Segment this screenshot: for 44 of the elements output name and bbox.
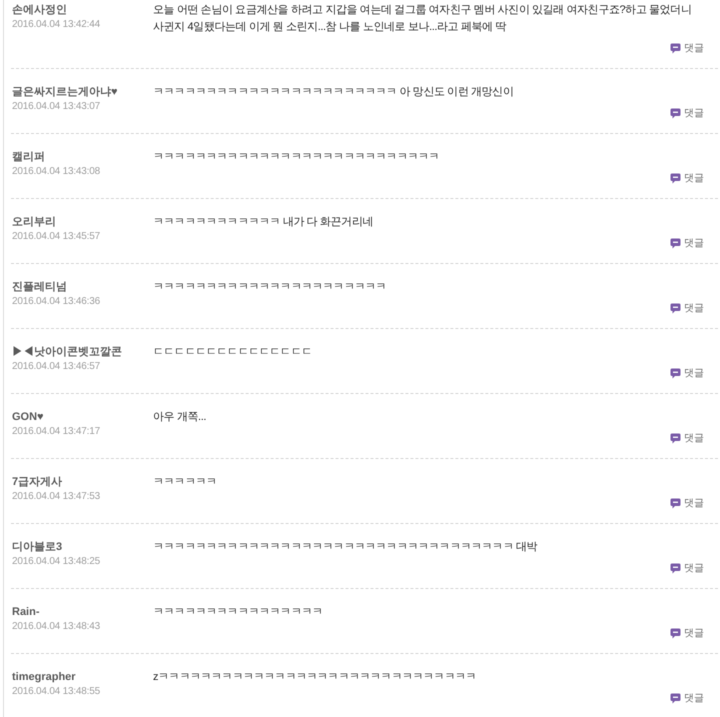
comment-text: zㅋㅋㅋㅋㅋㅋㅋㅋㅋㅋㅋㅋㅋㅋㅋㅋㅋㅋㅋㅋㅋㅋㅋㅋㅋㅋㅋㅋㅋㅋ — [153, 670, 478, 685]
speech-bubble-icon — [670, 628, 681, 638]
comment-timestamp: 2016.04.04 13:43:07 — [12, 100, 100, 114]
comment-timestamp: 2016.04.04 13:46:57 — [12, 360, 100, 374]
speech-bubble-icon — [670, 562, 681, 574]
username: ▶◀낫아이콘벳꼬깔콘 — [12, 345, 122, 360]
username: 글은싸지르는게아냐♥ — [12, 85, 118, 100]
username: 7급자게사 — [12, 475, 62, 490]
comment-text: 아우 개쪽... — [153, 410, 208, 425]
comment-text: ㅋㅋㅋㅋㅋㅋㅋㅋㅋㅋㅋㅋㅋㅋㅋㅋ — [153, 605, 324, 620]
comment-timestamp: 2016.04.04 13:48:43 — [12, 620, 100, 634]
speech-bubble-icon — [670, 108, 681, 118]
speech-bubble-icon — [670, 238, 681, 248]
comment-timestamp: 2016.04.04 13:48:25 — [12, 555, 100, 569]
speech-bubble-icon — [670, 432, 681, 444]
username: 진플레티넘 — [12, 280, 67, 295]
comment-timestamp: 2016.04.04 13:48:55 — [12, 685, 100, 699]
speech-bubble-icon — [670, 42, 681, 54]
speech-bubble-icon — [670, 368, 681, 378]
comment-timestamp: 2016.04.04 13:45:57 — [12, 230, 100, 244]
comment-timestamp: 2016.04.04 13:42:44 — [12, 18, 100, 32]
speech-bubble-icon — [670, 498, 681, 508]
comment-text: ㅋㅋㅋㅋㅋㅋㅋㅋㅋㅋㅋㅋㅋㅋㅋㅋㅋㅋㅋㅋㅋㅋ — [153, 280, 388, 295]
comment-text: ㅋㅋㅋㅋㅋㅋㅋㅋㅋㅋㅋㅋ 내가 다 화끈거리네 — [153, 215, 374, 230]
speech-bubble-icon — [670, 302, 681, 314]
username: GON♥ — [12, 410, 44, 425]
comment-text: ㅋㅋㅋㅋㅋㅋ — [153, 475, 218, 490]
comment-text: ㄷㄷㄷㄷㄷㄷㄷㄷㄷㄷㄷㄷㄷㄷㄷ — [153, 345, 314, 360]
comment-text: ㅋㅋㅋㅋㅋㅋㅋㅋㅋㅋㅋㅋㅋㅋㅋㅋㅋㅋㅋㅋㅋㅋㅋㅋㅋㅋㅋ — [153, 150, 440, 165]
speech-bubble-icon — [670, 172, 681, 184]
username: 디아블로3 — [12, 540, 62, 555]
speech-bubble-icon — [670, 692, 681, 704]
username: 손에사정인 — [12, 3, 67, 18]
username: Rain- — [12, 605, 40, 620]
username: 캘리퍼 — [12, 150, 45, 165]
comment-timestamp: 2016.04.04 13:46:36 — [12, 295, 100, 309]
comment-text: ㅋㅋㅋㅋㅋㅋㅋㅋㅋㅋㅋㅋㅋㅋㅋㅋㅋㅋㅋㅋㅋㅋㅋ 아 망신도 이런 개망신이 — [153, 85, 514, 100]
comment-text: 오늘 어떤 손님이 요금계산을 하려고 지갑을 여는데 걸그룹 여자친구 멤버 사진이 있길래 여자친구죠?하고 물었더니 사귄지 4일됐다는데 이게 뭔 소린지...참 나를 노인네로 보나...라고 페북에 딱 — [153, 3, 692, 35]
comment-text: ㅋㅋㅋㅋㅋㅋㅋㅋㅋㅋㅋㅋㅋㅋㅋㅋㅋㅋㅋㅋㅋㅋㅋㅋㅋㅋㅋㅋㅋㅋㅋㅋㅋㅋ 대박 — [153, 540, 538, 555]
username: 오리부리 — [12, 215, 56, 230]
username: timegrapher — [12, 670, 76, 685]
comment-timestamp: 2016.04.04 13:43:08 — [12, 165, 100, 179]
comment-timestamp: 2016.04.04 13:47:53 — [12, 490, 100, 504]
comment-timestamp: 2016.04.04 13:47:17 — [12, 425, 100, 439]
